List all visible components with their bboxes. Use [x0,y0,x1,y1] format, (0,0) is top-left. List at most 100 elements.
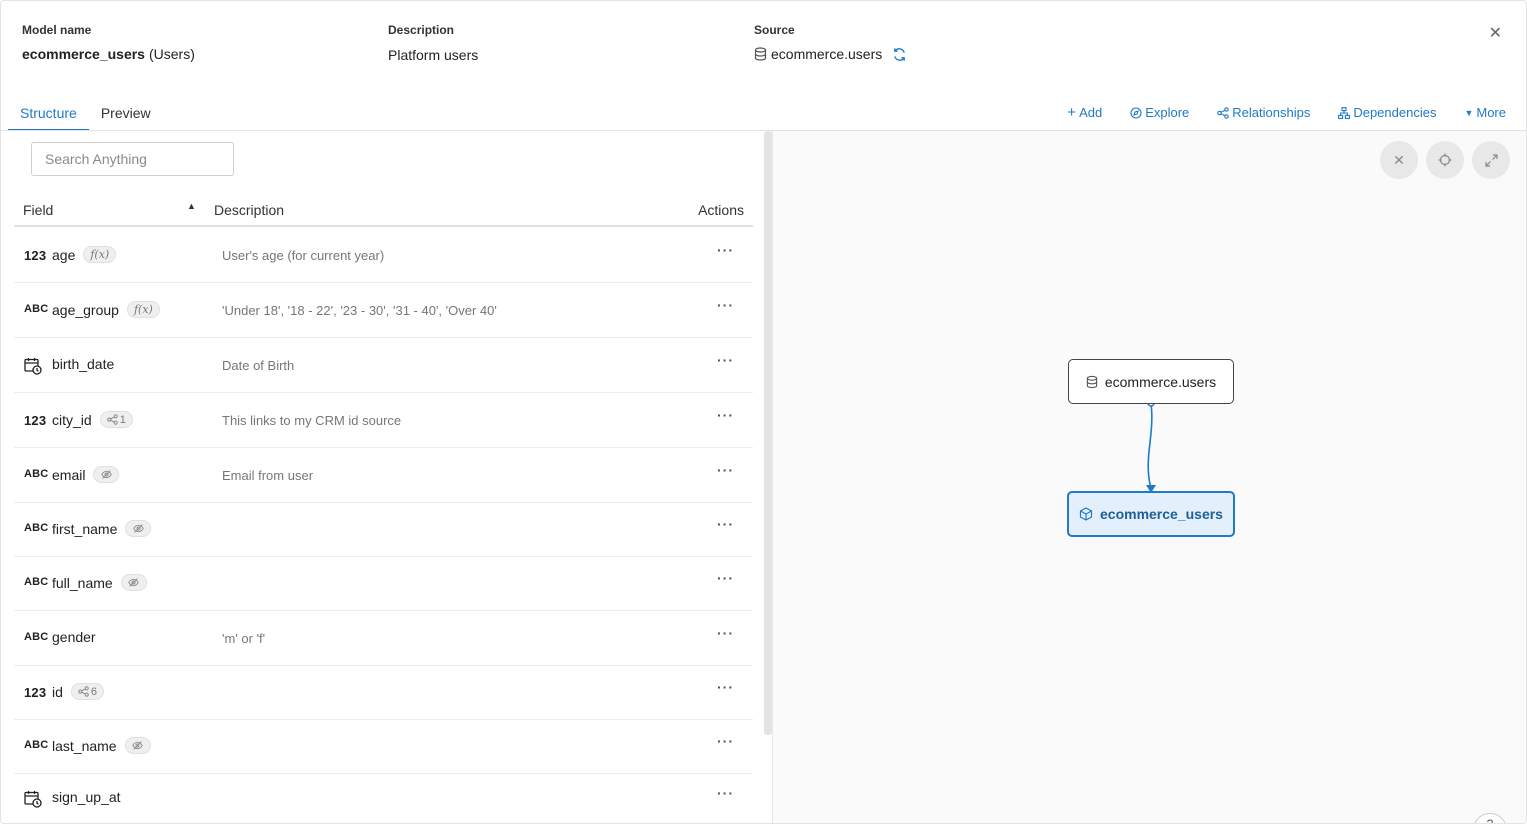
row-actions-icon[interactable]: ··· [717,352,734,368]
source-node[interactable]: ecommerce.users [1068,359,1234,404]
refresh-icon[interactable] [892,47,907,62]
calendar-clock-icon [24,790,42,808]
field-name-cell: gender [52,629,96,645]
field-name: full_name [52,574,113,591]
column-field[interactable]: Field [23,202,53,218]
field-name: age [52,246,76,263]
text-type-icon: ABC [24,739,49,751]
model-name-label: Model name [22,23,92,37]
structure-panel: Field ▲ Description Actions 123 age f(x) Us… [1,131,772,823]
relationship-count-badge: 1 [99,411,133,428]
share-nodes-icon [78,686,89,697]
model-name: ecommerce_users [22,46,145,62]
numeric-type-icon: 123 [24,413,47,428]
share-nodes-icon [106,414,118,425]
table-row[interactable]: ABC last_name ··· [14,720,753,774]
eye-slash-icon [124,737,151,754]
row-actions-icon[interactable]: ··· [717,462,734,478]
table-row[interactable]: 123 age f(x) User's age (for current year) ·… [14,228,753,283]
relationship-count: 1 [119,413,126,426]
tab-preview[interactable]: Preview [89,102,163,131]
field-name-cell: age f(x) [52,246,117,263]
table-row[interactable]: 123 city_id 1 This links to my CRM id sourc… [14,393,753,448]
table-row[interactable]: ABC email Email from user ··· [14,448,753,503]
field-name-cell: last_name [52,737,151,754]
fullscreen-button[interactable] [1472,141,1510,179]
more-button[interactable]: ▼ More [1464,105,1506,120]
field-description: Email from user [222,468,314,483]
numeric-type-icon: 123 [24,685,47,700]
share-nodes-icon [1217,106,1230,119]
row-actions-icon[interactable]: ··· [717,570,734,586]
dependencies-button[interactable]: Dependencies [1338,105,1436,120]
plus-icon: + [1067,103,1077,121]
explore-button[interactable]: Explore [1130,105,1189,120]
add-button[interactable]: + Add [1067,103,1102,121]
table-row[interactable]: ABC age_group f(x) 'Under 18', '18 - 22', '… [14,283,753,338]
field-list: 123 age f(x) User's age (for current year) ·… [14,228,753,823]
source-name: ecommerce.users [771,46,883,62]
sort-asc-icon[interactable]: ▲ [187,201,196,211]
tab-structure[interactable]: Structure [8,102,89,131]
help-button[interactable]: ? [1473,813,1507,824]
scrollbar[interactable] [764,131,772,735]
toolbar: + Add Explore Relationships Dependencies… [1067,103,1506,121]
source-label: Source [754,23,795,37]
field-name: first_name [52,520,118,537]
table-row[interactable]: ABC gender 'm' or 'f' ··· [14,611,753,666]
model-name-section: Model name ecommerce_users (Users) [22,23,195,62]
row-actions-icon[interactable]: ··· [717,785,734,801]
table-row[interactable]: birth_date Date of Birth ··· [14,338,753,393]
close-icon: ✕ [1393,151,1405,168]
table-row[interactable]: 123 id 6 ··· [14,666,753,720]
text-type-icon: ABC [24,576,49,588]
row-actions-icon[interactable]: ··· [717,516,734,532]
field-name: email [52,466,86,483]
dependencies-label: Dependencies [1353,105,1437,120]
table-row[interactable]: ABC full_name ··· [14,557,753,611]
field-name-cell: city_id 1 [52,411,133,428]
field-name: birth_date [52,356,115,372]
table-row[interactable]: sign_up_at ··· [14,774,753,823]
field-name: city_id [52,411,92,428]
model-detail-panel: Model name ecommerce_users (Users) Descr… [0,0,1527,824]
row-actions-icon[interactable]: ··· [717,733,734,749]
database-icon [1086,375,1098,389]
field-name-cell: sign_up_at [52,789,121,805]
field-description: 'Under 18', '18 - 22', '23 - 30', '31 - … [222,303,497,318]
lineage-canvas[interactable]: ✕ ecommerce.users ecommerce_users ? [772,131,1526,824]
row-actions-icon[interactable]: ··· [717,242,734,258]
field-name-cell: id 6 [52,683,105,700]
field-name: last_name [52,737,117,754]
clear-selection-button[interactable]: ✕ [1380,141,1418,179]
hierarchy-icon [1338,106,1351,119]
field-name-cell: first_name [52,520,152,537]
row-actions-icon[interactable]: ··· [717,407,734,423]
field-name-cell: birth_date [52,356,114,372]
field-name-cell: age_group f(x) [52,301,160,318]
row-actions-icon[interactable]: ··· [717,297,734,313]
column-actions: Actions [698,202,744,218]
field-description: 'm' or 'f' [222,631,266,646]
relationship-count-badge: 6 [70,683,105,700]
more-label: More [1476,105,1506,120]
model-node[interactable]: ecommerce_users [1067,491,1235,537]
source-value: ecommerce.users [754,46,907,62]
field-name-cell: full_name [52,574,147,591]
center-button[interactable] [1426,141,1464,179]
help-label: ? [1486,817,1494,824]
row-actions-icon[interactable]: ··· [717,679,734,695]
close-icon[interactable]: ✕ [1489,23,1502,43]
model-name-value: ecommerce_users (Users) [22,46,195,62]
relationships-button[interactable]: Relationships [1217,105,1310,120]
formula-badge: f(x) [126,301,160,318]
text-type-icon: ABC [24,522,49,534]
field-name-cell: email [52,466,120,483]
source-section: Source ecommerce.users [754,23,907,62]
table-row[interactable]: ABC first_name ··· [14,503,753,557]
crosshair-icon [1438,153,1452,167]
search-input[interactable] [31,142,234,176]
row-actions-icon[interactable]: ··· [717,625,734,641]
column-description: Description [214,202,285,218]
source-node-label: ecommerce.users [1104,373,1217,390]
